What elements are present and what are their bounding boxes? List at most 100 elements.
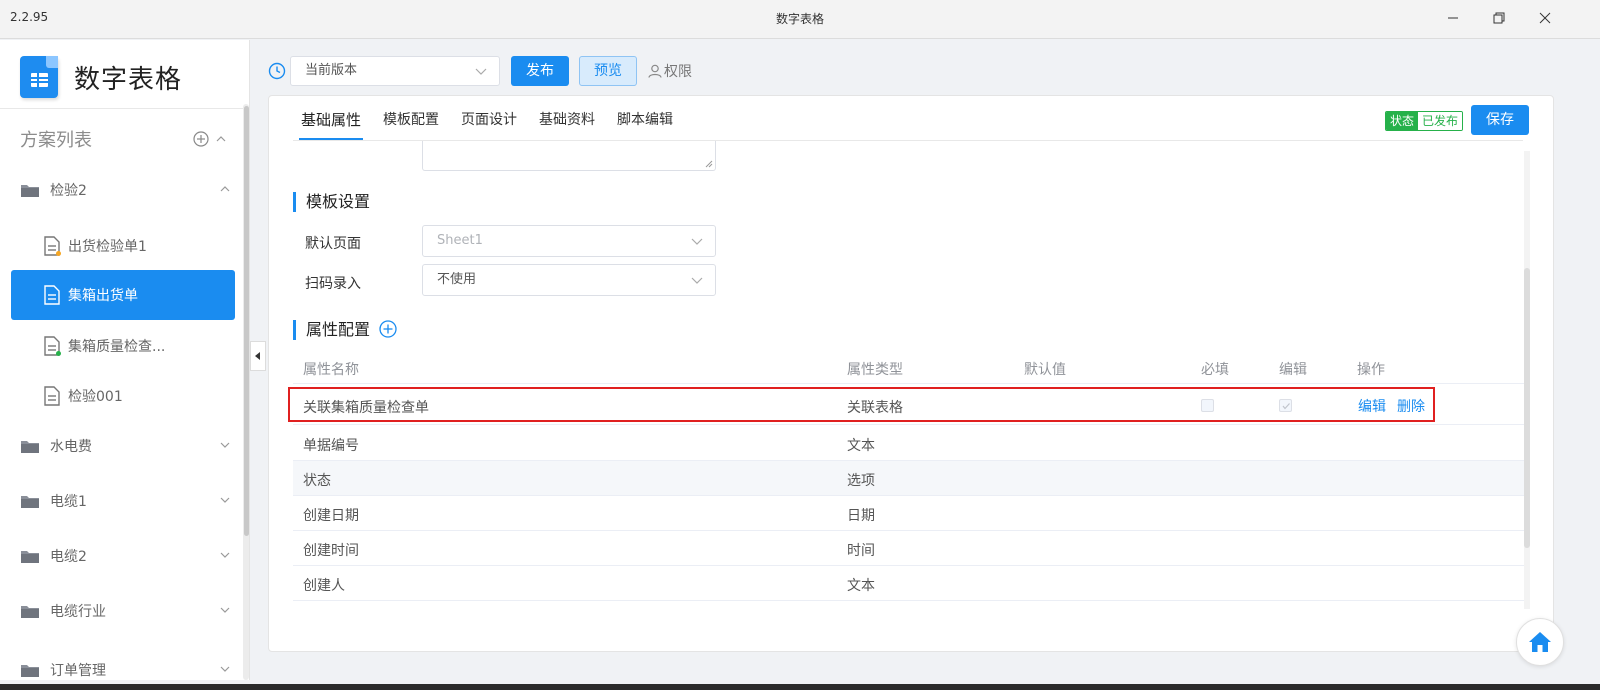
folder-label: 电缆2: [50, 549, 87, 565]
sidebar-item-file[interactable]: 集箱质量检查...: [44, 324, 234, 368]
taskbar-strip: [0, 684, 1600, 690]
attribute-type: 时间: [847, 543, 875, 559]
table-header: 属性名称 属性类型 默认值 必填 编辑 操作: [293, 349, 1525, 384]
status-value: 已发布: [1418, 112, 1463, 130]
attribute-name: 单据编号: [303, 438, 359, 454]
status-badge: 状态 已发布: [1385, 111, 1464, 131]
sidebar-item-file-active[interactable]: 集箱出货单: [11, 270, 235, 320]
add-attribute-icon[interactable]: [379, 320, 397, 338]
table-row[interactable]: 创建时间 时间: [293, 531, 1525, 566]
tab-basic-properties[interactable]: 基础属性: [293, 96, 369, 140]
folder-icon: [21, 551, 39, 563]
folder-icon: [21, 185, 39, 197]
publish-button[interactable]: 发布: [511, 56, 569, 86]
attribute-name: 创建日期: [303, 508, 359, 524]
default-page-select[interactable]: Sheet1: [422, 225, 716, 257]
document-icon: [44, 285, 60, 305]
chevron-up-icon: [220, 186, 230, 192]
description-textarea[interactable]: [422, 141, 716, 171]
document-icon: [44, 336, 61, 356]
table-row[interactable]: 状态 选项: [293, 461, 1525, 496]
table-row[interactable]: 创建人 文本: [293, 566, 1525, 601]
permission-button[interactable]: 权限: [648, 61, 692, 81]
status-dot: [56, 251, 61, 256]
user-icon: [648, 64, 662, 78]
attribute-type: 文本: [847, 438, 875, 454]
folder-icon: [21, 496, 39, 508]
folder-label: 水电费: [50, 439, 92, 455]
folder-item[interactable]: 电缆1: [20, 479, 230, 523]
add-plan-icon[interactable]: [193, 131, 209, 147]
scan-input-select[interactable]: 不使用: [422, 264, 716, 296]
version-select-value: 当前版本: [305, 63, 358, 78]
folder-label: 检验2: [50, 183, 87, 199]
save-button[interactable]: 保存: [1471, 105, 1529, 135]
tab-page-design[interactable]: 页面设计: [453, 96, 525, 140]
sidebar-divider: [0, 108, 249, 109]
chevron-down-icon: [691, 238, 703, 245]
home-button[interactable]: [1516, 618, 1564, 666]
sidebar: 数字表格 方案列表 检验2 出货检验单1 集箱出货单 集箱质量检查... 检验0…: [0, 40, 250, 680]
sidebar-item-file[interactable]: 检验001: [44, 374, 234, 418]
column-header: 操作: [1357, 362, 1385, 378]
main-card: 基础属性 模板配置 页面设计 基础资料 脚本编辑 状态 已发布 保存 模板设置 …: [268, 95, 1554, 652]
preview-button[interactable]: 预览: [579, 56, 637, 86]
minimize-button[interactable]: [1430, 0, 1476, 36]
table-row[interactable]: 创建日期 日期: [293, 496, 1525, 531]
folder-icon: [21, 441, 39, 453]
attribute-name: 创建时间: [303, 543, 359, 559]
restore-icon: [1493, 12, 1505, 24]
history-clock-icon: [268, 62, 286, 80]
status-key: 状态: [1386, 112, 1419, 130]
sidebar-scrollbar[interactable]: [244, 106, 249, 536]
folder-label: 电缆行业: [50, 604, 106, 620]
attribute-type: 选项: [847, 473, 875, 489]
chevron-down-icon: [220, 552, 230, 558]
folder-item[interactable]: 检验2: [20, 168, 230, 212]
default-page-placeholder: Sheet1: [437, 233, 483, 248]
document-icon: [44, 236, 61, 256]
content-scrollbar[interactable]: [1524, 268, 1530, 548]
sidebar-collapse-button[interactable]: [250, 341, 266, 371]
version-select[interactable]: 当前版本: [290, 56, 500, 86]
title-bar: 2.2.95 数字表格: [0, 0, 1600, 39]
minimize-icon: [1448, 17, 1458, 19]
scan-input-label: 扫码录入: [305, 276, 361, 292]
table-row[interactable]: 单据编号 文本: [293, 426, 1525, 461]
plan-list-header: 方案列表: [20, 124, 230, 154]
attribute-type: 日期: [847, 508, 875, 524]
window-title: 数字表格: [775, 12, 824, 26]
caret-left-icon: [255, 352, 260, 360]
status-dot: [56, 351, 61, 356]
folder-item[interactable]: 订单管理: [20, 648, 230, 680]
chevron-down-icon: [220, 497, 230, 503]
folder-item[interactable]: 电缆2: [20, 534, 230, 578]
attribute-name: 创建人: [303, 578, 345, 594]
column-header: 属性类型: [847, 362, 903, 378]
file-label: 检验001: [68, 389, 123, 405]
scan-input-value: 不使用: [437, 272, 477, 287]
sidebar-item-file[interactable]: 出货检验单1: [44, 224, 234, 268]
close-icon: [1539, 12, 1551, 24]
tab-script-edit[interactable]: 脚本编辑: [609, 96, 681, 140]
folder-item[interactable]: 电缆行业: [20, 589, 230, 633]
folder-icon: [21, 665, 39, 677]
folder-item[interactable]: 水电费: [20, 424, 230, 468]
file-label: 集箱质量检查...: [68, 339, 166, 355]
chevron-down-icon: [691, 277, 703, 284]
tab-template-config[interactable]: 模板配置: [375, 96, 447, 140]
restore-button[interactable]: [1476, 0, 1522, 36]
column-header: 属性名称: [303, 362, 359, 378]
close-button[interactable]: [1522, 0, 1568, 36]
resize-handle-icon: [705, 160, 713, 168]
section-title-attributes: 属性配置: [293, 320, 370, 340]
folder-label: 电缆1: [50, 494, 87, 510]
chevron-down-icon: [220, 607, 230, 613]
home-icon: [1529, 632, 1551, 652]
attribute-name: 状态: [303, 473, 331, 489]
tab-base-data[interactable]: 基础资料: [531, 96, 603, 140]
chevron-up-icon[interactable]: [216, 134, 226, 144]
plan-list-title: 方案列表: [20, 130, 92, 151]
section-title-template: 模板设置: [293, 192, 370, 212]
folder-label: 订单管理: [50, 663, 106, 679]
